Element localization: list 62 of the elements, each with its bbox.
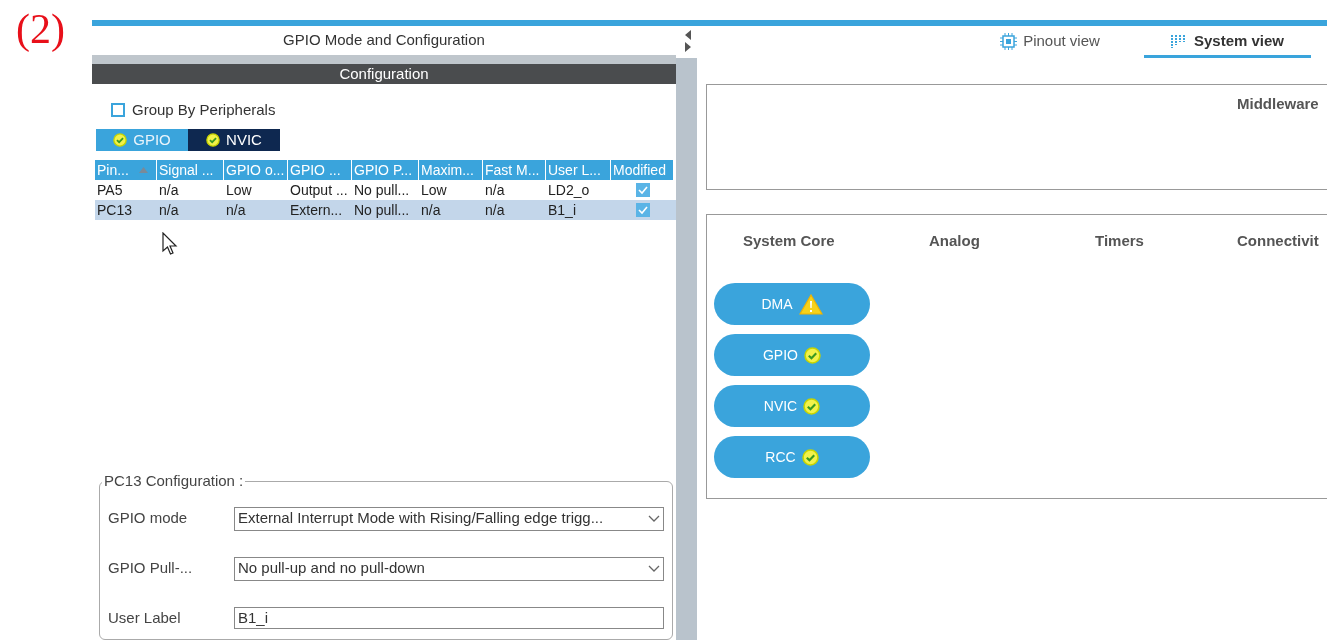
category-heading: System Core [743,231,835,251]
table-cell-text: n/a [484,181,506,201]
input-field[interactable]: B1_i [234,606,664,629]
sort-icon [138,167,148,174]
table-cell-text: No pull... [353,181,411,201]
figure-label: (2) [16,8,65,50]
checkbox[interactable] [111,103,125,118]
peripheral-button[interactable]: NVIC [714,385,870,427]
group-title: PC13 Configuration : [103,471,245,491]
category-heading: Timers [1095,231,1144,251]
peripheral-button[interactable]: DMA [714,283,870,325]
section-header: Configuration [92,64,676,85]
column-header[interactable]: Modified [611,160,674,181]
table-cell-text: Output ... [289,181,349,201]
field-label: GPIO Pull-... [108,558,194,579]
category-heading: Connectivit [1237,231,1319,251]
table-cell-text: PA5 [96,181,124,201]
table-cell-text: LD2_o [547,181,591,201]
table-row[interactable]: PC13 n/a n/a Extern... No pull... n/a n/a B1_i [95,200,676,221]
column-header[interactable]: User L... [546,160,611,181]
dropdown[interactable]: External Interrupt Mode with Rising/Falling edge trigg... [234,506,664,531]
pointer-icon [162,232,178,257]
warning-icon [798,293,823,315]
check-circle-icon [113,133,128,148]
chevron-down-icon [648,564,660,573]
table-cell-text: n/a [158,181,180,201]
table-cell-text: No pull... [353,201,411,221]
table-cell-text: n/a [420,201,442,221]
table-cell-text: Low [420,181,448,201]
table-cell-text: PC13 [96,201,134,221]
panel-heading: Middleware [1237,94,1319,114]
table-cell-text: n/a [484,201,506,221]
check-circle-icon [206,133,221,148]
column-header[interactable]: Maxim... [419,160,483,181]
checkbox-label: Group By Peripherals [132,100,276,121]
dropdown[interactable]: No pull-up and no pull-down [234,556,664,581]
category-heading: Analog [929,231,980,251]
table-cell-text: Low [225,181,253,201]
peripheral-button[interactable]: GPIO [714,334,870,376]
tab[interactable]: NVIC [188,129,280,152]
table-cell-text: n/a [158,201,180,221]
column-header[interactable]: GPIO ... [288,160,352,181]
tab[interactable]: GPIO [96,129,188,152]
column-header[interactable]: Pin... [95,160,157,181]
grid-icon [1170,34,1188,49]
field-label: User Label [108,607,182,628]
table-cell-text: n/a [225,201,247,221]
tab[interactable]: System view [1144,28,1311,58]
chevron-down-icon [648,514,660,523]
column-header[interactable]: Fast M... [483,160,546,181]
column-header[interactable]: GPIO P... [352,160,419,181]
table-cell-text: B1_i [547,201,578,221]
table-cell-text: Extern... [289,201,344,221]
peripheral-button[interactable]: RCC [714,436,870,478]
check-circle-icon [804,346,821,364]
check-circle-icon [801,448,819,466]
tab[interactable]: Pinout view [990,28,1110,58]
column-header[interactable]: GPIO o... [224,160,288,181]
check-circle-icon [803,397,821,415]
field-label: GPIO mode [108,508,189,529]
chip-icon [1000,33,1018,50]
column-header[interactable]: Signal ... [157,160,224,181]
